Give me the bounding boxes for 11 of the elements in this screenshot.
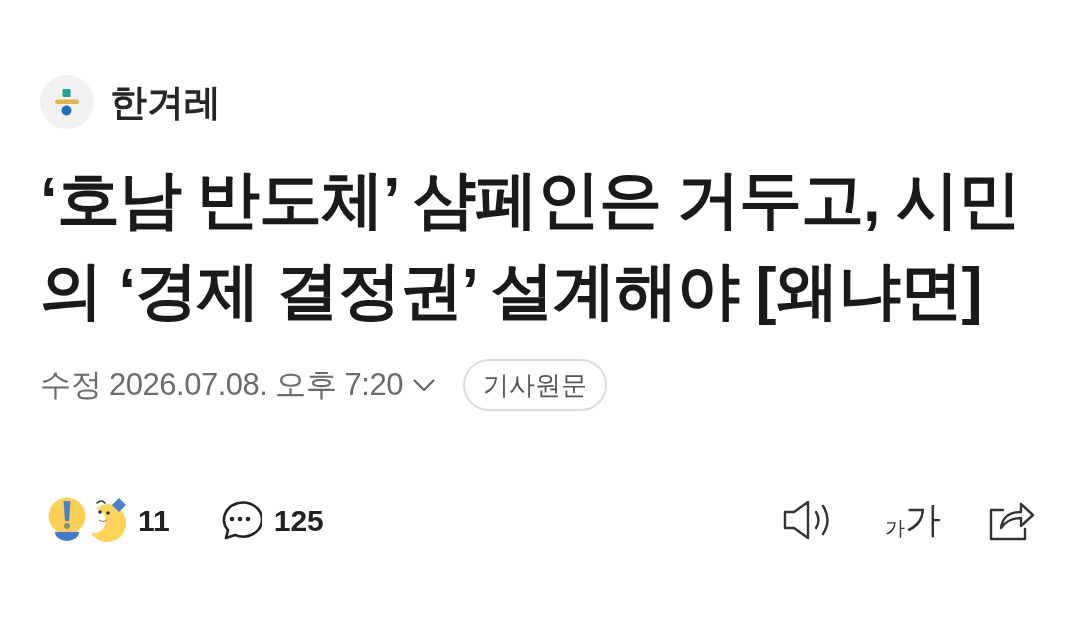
exclamation-emoji-icon (48, 496, 86, 544)
reaction-count: 11 (138, 502, 170, 539)
publisher-name: 한겨레 (110, 83, 221, 121)
comment-count: 125 (273, 502, 324, 539)
chevron-down-icon[interactable] (412, 378, 435, 392)
article-headline: ‘호남 반도체’ 샴페인은 거두고, 시민의 ‘경제 결정권’ 설계해야 [왜냐면] (40, 163, 1022, 327)
modified-timestamp: 수정 2026.07.08. 오후 7:20 (40, 365, 403, 404)
logo-icon (40, 75, 94, 129)
original-article-button[interactable]: 기사원문 (462, 359, 607, 411)
font-size-button[interactable]: 가가 (885, 498, 941, 542)
smiling-face-emoji-icon (88, 497, 128, 543)
